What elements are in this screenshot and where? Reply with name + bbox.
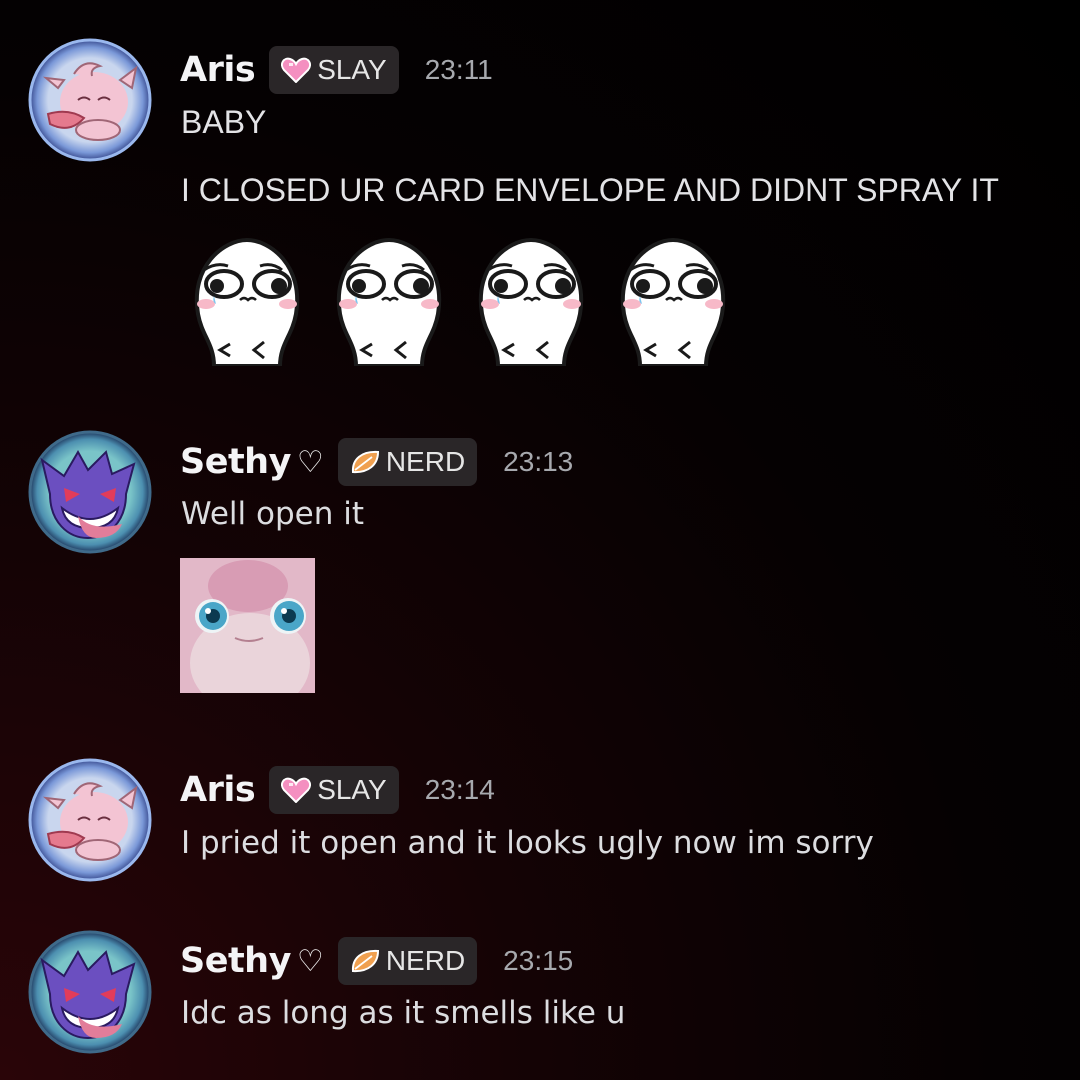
message-header: Sethy ♡ NERD 23:13: [180, 437, 573, 487]
heart-outline-symbol: ♡: [296, 943, 324, 979]
role-tag-label: SLAY: [317, 774, 387, 805]
role-tag[interactable]: NERD: [337, 438, 478, 486]
timestamp: 23:15: [503, 945, 574, 976]
leaf-icon: [351, 949, 379, 973]
timestamp: 23:13: [503, 446, 574, 477]
role-tag[interactable]: NERD: [337, 937, 478, 985]
gengar-avatar[interactable]: [28, 430, 152, 554]
message-text: I pried it open and it looks ugly now im…: [181, 825, 874, 861]
leaf-icon: [351, 450, 379, 474]
crying-blob-emoji[interactable]: [468, 236, 594, 366]
role-tag-label: NERD: [385, 945, 466, 976]
message-header: Aris SLAY 23:11: [180, 45, 493, 95]
role-tag[interactable]: SLAY: [269, 46, 399, 94]
message-text: BABY: [181, 104, 267, 140]
pink-heart-icon: [281, 777, 312, 803]
role-tag-label: NERD: [385, 446, 466, 477]
clefairy-avatar[interactable]: [28, 38, 152, 162]
timestamp: 23:14: [424, 774, 495, 805]
author-name[interactable]: Sethy: [180, 442, 291, 482]
pink-heart-icon: [281, 57, 312, 83]
role-tag[interactable]: SLAY: [269, 766, 399, 814]
message-text: Well open it: [181, 496, 364, 532]
author-name[interactable]: Aris: [180, 770, 256, 810]
clefairy-avatar[interactable]: [28, 758, 152, 882]
author-name[interactable]: Aris: [180, 50, 256, 90]
gengar-avatar[interactable]: [28, 930, 152, 1054]
message-header: Sethy ♡ NERD 23:15: [180, 936, 573, 986]
heart-outline-symbol: ♡: [296, 444, 324, 480]
message-text: Idc as long as it smells like u: [181, 995, 626, 1031]
timestamp: 23:11: [424, 54, 493, 85]
wigglytuff-image[interactable]: [180, 558, 315, 693]
crying-blob-emoji[interactable]: [610, 236, 736, 366]
role-tag-label: SLAY: [317, 54, 387, 85]
message-header: Aris SLAY 23:14: [180, 765, 495, 815]
author-name[interactable]: Sethy: [180, 941, 291, 981]
message-text: I CLOSED UR CARD ENVELOPE AND DIDNT SPRA…: [181, 172, 999, 208]
crying-blob-emoji[interactable]: [326, 236, 452, 366]
crying-blob-emoji[interactable]: [184, 236, 310, 366]
